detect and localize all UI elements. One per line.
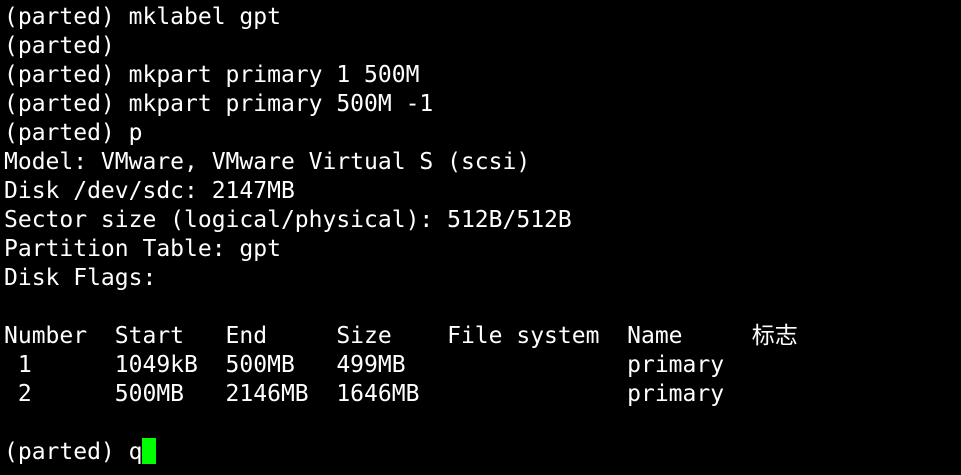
sector-size-line: Sector size (logical/physical): 512B/512… [4, 207, 572, 233]
partition-row: 1 1049kB 500MB 499MB primary [4, 352, 725, 378]
disk-size-line: Disk /dev/sdc: 2147MB [4, 178, 295, 204]
terminal-line: (parted) mkpart primary 500M -1 [4, 91, 434, 117]
disk-flags-line: Disk Flags: [4, 265, 157, 291]
partition-row: 2 500MB 2146MB 1646MB primary [4, 381, 725, 407]
typed-input[interactable]: q [129, 439, 143, 465]
terminal-line: (parted) [4, 33, 115, 59]
disk-model-line: Model: VMware, VMware Virtual S (scsi) [4, 149, 531, 175]
terminal-window[interactable]: (parted) mklabel gpt (parted) (parted) m… [0, 0, 961, 475]
command-prompt-line[interactable]: (parted) q [4, 438, 961, 467]
partition-table-header: Number Start End Size File system Name 标… [4, 322, 961, 351]
cursor-block [142, 438, 157, 464]
partition-table-line: Partition Table: gpt [4, 236, 281, 262]
terminal-line: (parted) p [4, 120, 143, 146]
prompt-text: (parted) [4, 439, 129, 465]
flags-column-header: 标志 [751, 323, 798, 349]
partition-columns-header: Number Start End Size File system Name [4, 323, 752, 349]
terminal-line: (parted) mkpart primary 1 500M [4, 62, 420, 88]
terminal-line: (parted) mklabel gpt [4, 4, 281, 30]
